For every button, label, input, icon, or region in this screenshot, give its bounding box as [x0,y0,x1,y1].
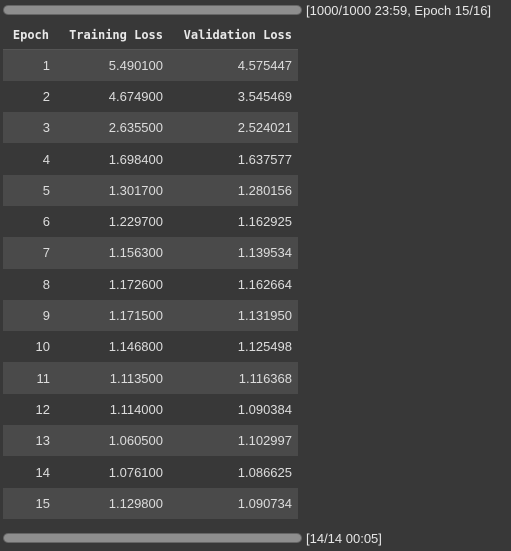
cell-validation-loss: 1.280156 [237,182,292,198]
table-row: 10 1.146800 1.125498 [3,331,298,363]
cell-epoch: 2 [42,88,50,104]
cell-epoch: 15 [35,495,50,511]
cell-training-loss: 1.171500 [108,308,163,324]
cell-training-loss: 1.076100 [108,464,163,480]
cell-validation-loss: 1.162664 [237,276,292,292]
cell-training-loss: 1.129800 [108,495,163,511]
cell-validation-loss: 2.524021 [237,120,292,136]
cell-training-loss: 1.156300 [108,245,163,261]
cell-validation-loss: 1.086625 [237,464,292,480]
cell-validation-loss: 1.090384 [237,401,292,417]
cell-validation-loss: 1.637577 [237,151,292,167]
cell-validation-loss: 1.090734 [237,495,292,511]
training-progress-label: [1000/1000 23:59, Epoch 15/16] [306,2,492,18]
table-row: 9 1.171500 1.131950 [3,299,298,332]
cell-epoch: 10 [35,339,50,355]
cell-training-loss: 1.114000 [109,401,163,417]
cell-training-loss: 1.113500 [109,370,163,386]
header-validation-loss: Validation Loss [169,21,298,50]
table-body: 1 5.490100 4.575447 2 4.674900 3.545469 3 2.635… [3,49,298,519]
cell-training-loss: 1.301700 [108,182,163,198]
cell-validation-loss: 1.125498 [237,339,292,355]
table-row: 2 4.674900 3.545469 [3,80,298,113]
cell-training-loss: 1.229700 [108,214,163,230]
cell-epoch: 8 [42,276,50,292]
cell-epoch: 5 [42,182,50,198]
cell-validation-loss: 1.131950 [237,308,292,324]
cell-epoch: 6 [42,214,50,230]
training-progress: [1000/1000 23:59, Epoch 15/16] [3,1,491,19]
evaluation-progress-fill [4,534,301,542]
cell-epoch: 7 [42,245,50,261]
training-progress-bar [3,5,302,15]
cell-validation-loss: 1.102997 [237,433,292,449]
cell-validation-loss: 1.139534 [237,245,292,261]
cell-epoch: 14 [35,464,50,480]
table-row: 4 1.698400 1.637577 [3,143,298,175]
table-row: 14 1.076100 1.086625 [3,456,298,488]
table-row: 3 2.635500 2.524021 [3,112,298,144]
training-progress-fill [4,6,301,14]
cell-epoch: 12 [35,401,50,417]
cell-epoch: 3 [42,120,50,136]
table-row: 1 5.490100 4.575447 [3,49,298,81]
evaluation-progress-label: [14/14 00:05] [306,530,382,546]
table-row: 5 1.301700 1.280156 [3,174,298,206]
table-row: 7 1.156300 1.139534 [3,237,298,269]
training-results-table: Epoch Training Loss Validation Loss 1 5.4… [3,21,298,519]
cell-training-loss: 2.635500 [108,120,163,136]
table-header-row: Epoch Training Loss Validation Loss [3,21,298,50]
cell-training-loss: 1.698400 [108,151,163,167]
cell-epoch: 13 [35,433,50,449]
cell-training-loss: 4.674900 [108,88,163,104]
header-training-loss: Training Loss [56,21,169,50]
table-row: 15 1.129800 1.090734 [3,487,298,519]
evaluation-progress: [14/14 00:05] [3,529,382,547]
cell-validation-loss: 4.575447 [237,57,292,73]
cell-training-loss: 5.490100 [108,57,163,73]
cell-validation-loss: 1.116368 [238,370,292,386]
cell-epoch: 4 [42,151,50,167]
header-epoch: Epoch [3,21,56,50]
cell-training-loss: 1.146800 [108,339,163,355]
table-row: 8 1.172600 1.162664 [3,268,298,300]
table-row: 12 1.114000 1.090384 [3,393,298,426]
cell-validation-loss: 1.162925 [237,214,292,230]
evaluation-progress-bar [3,533,302,543]
cell-epoch: 11 [36,370,51,386]
cell-training-loss: 1.060500 [108,433,163,449]
cell-epoch: 1 [42,57,50,73]
table-row: 11 1.113500 1.116368 [3,362,298,394]
table-row: 6 1.229700 1.162925 [3,205,298,238]
table-row: 13 1.060500 1.102997 [3,425,298,457]
cell-epoch: 9 [42,308,50,324]
cell-validation-loss: 3.545469 [237,88,292,104]
cell-training-loss: 1.172600 [108,276,163,292]
